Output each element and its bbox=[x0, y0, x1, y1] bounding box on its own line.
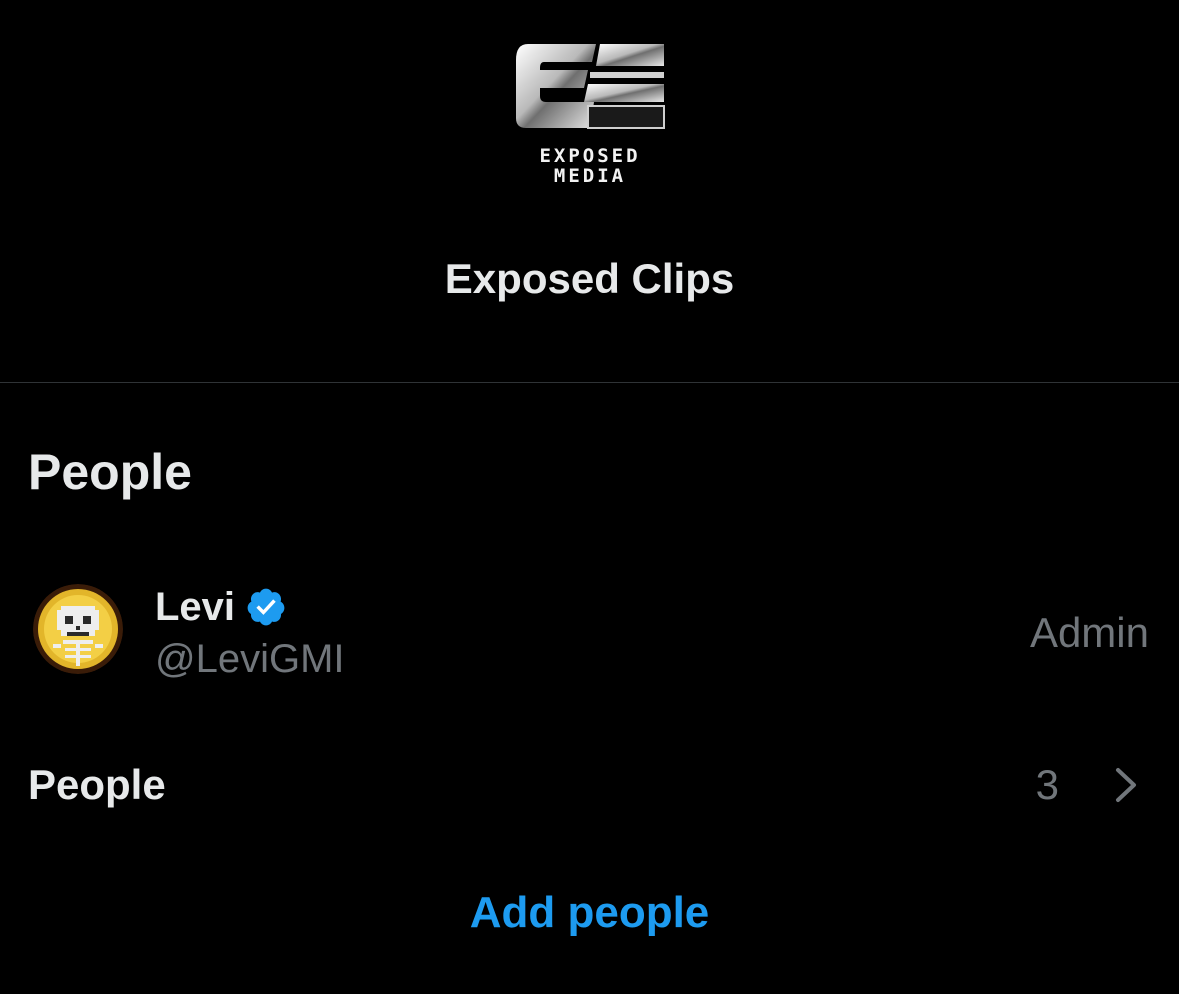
divider bbox=[0, 382, 1179, 383]
people-section-heading: People bbox=[28, 444, 192, 500]
member-row[interactable]: Levi @LeviGMI Admin bbox=[0, 570, 1179, 690]
exposed-media-logo-icon: EXPOSED MEDIA bbox=[516, 44, 665, 187]
member-role-badge: Admin bbox=[1029, 609, 1149, 656]
people-list-row[interactable]: People 3 bbox=[0, 750, 1179, 820]
svg-text:EXPOSED: EXPOSED bbox=[539, 145, 640, 167]
verified-badge-icon bbox=[247, 588, 285, 626]
chevron-right-icon bbox=[1116, 768, 1136, 802]
group-logo: EXPOSED MEDIA bbox=[508, 40, 672, 188]
svg-text:MEDIA: MEDIA bbox=[554, 165, 626, 187]
skeleton-avatar-icon bbox=[33, 584, 123, 674]
people-row-label: People bbox=[28, 761, 166, 808]
member-handle: @LeviGMI bbox=[155, 637, 345, 681]
member-name[interactable]: Levi bbox=[155, 582, 235, 632]
people-count: 3 bbox=[1035, 761, 1059, 808]
group-title: Exposed Clips bbox=[444, 255, 735, 302]
add-people-button[interactable]: Add people bbox=[0, 884, 1179, 942]
avatar[interactable] bbox=[33, 584, 123, 674]
